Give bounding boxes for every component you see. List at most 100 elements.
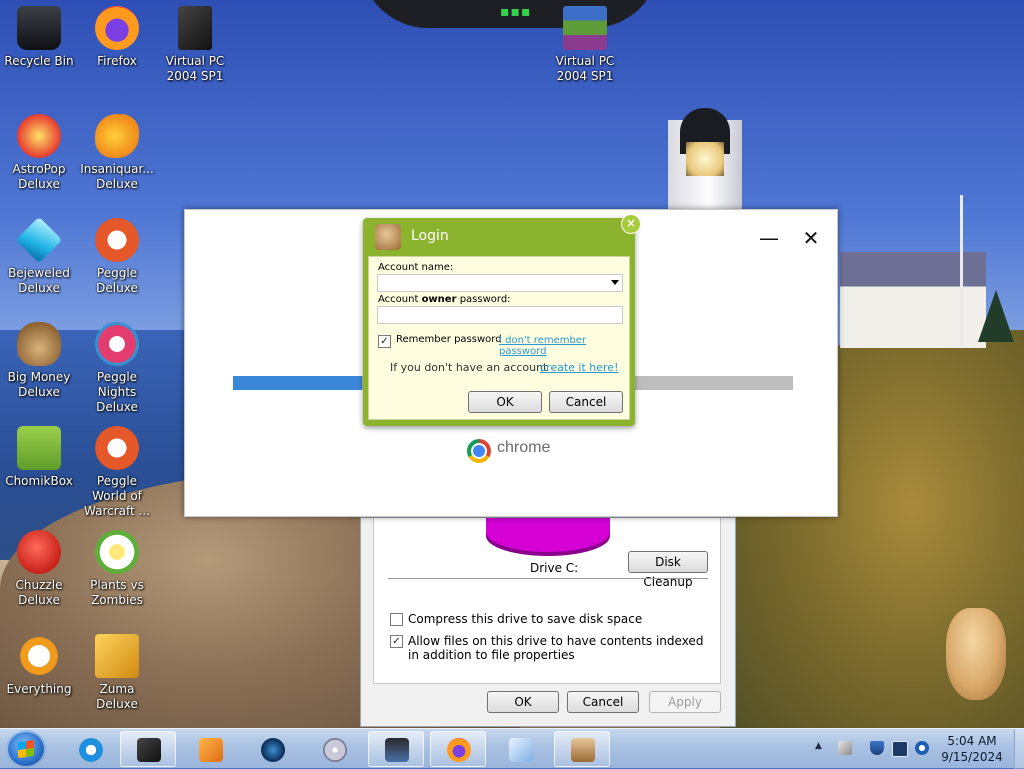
recycle-bin-icon [17, 6, 61, 50]
password-input[interactable] [377, 306, 623, 324]
login-close-button[interactable]: × [621, 214, 641, 234]
taskbar-media-player[interactable] [182, 731, 238, 767]
taskbar-chomikbox[interactable] [554, 731, 610, 767]
virtual-pc-icon [137, 738, 161, 762]
winrar-books-icon [563, 6, 607, 50]
index-label: Allow files on this drive to have conten… [408, 634, 704, 662]
flower-icon [95, 530, 139, 574]
desktop-icon-peggle[interactable]: Peggle Deluxe [78, 218, 156, 296]
peggle-icon [95, 218, 139, 262]
create-account-link[interactable]: create it here! [540, 361, 618, 374]
tray-shield-icon[interactable] [870, 741, 884, 755]
remember-password-checkbox[interactable]: ✓ [378, 335, 391, 348]
login-form: Account name: Account owner password: ✓ … [368, 256, 630, 420]
taskbar-virtual-pc[interactable] [120, 731, 176, 767]
taskbar-dvd-app[interactable] [306, 731, 362, 767]
show-desktop-button[interactable] [1014, 729, 1024, 769]
chomikbox-icon [571, 738, 595, 762]
firefox-icon [95, 6, 139, 50]
index-option[interactable]: ✓ Allow files on this drive to have cont… [390, 634, 710, 662]
gadget-dots-icon: ▪▪▪ [500, 4, 532, 20]
taskbar-display-app[interactable] [368, 731, 424, 767]
desktop-icon-bejeweled[interactable]: Bejeweled Deluxe [0, 216, 78, 296]
ok-button[interactable]: OK [487, 691, 559, 713]
chomikbox-icon [17, 426, 61, 470]
desktop-icon-recycle-bin[interactable]: Recycle Bin [0, 6, 78, 69]
desktop-icon-chuzzle[interactable]: Chuzzle Deluxe [0, 530, 78, 608]
compress-option[interactable]: Compress this drive to save disk space [390, 612, 710, 626]
apply-button[interactable]: Apply [649, 691, 721, 713]
desktop-icon-label: Insaniquar... Deluxe [80, 162, 154, 191]
taskbar-clock[interactable]: 5:04 AM 9/15/2024 [936, 733, 1008, 765]
properties-general-panel: Drive C: Disk Cleanup Compress this driv… [373, 518, 721, 684]
password-label: Account owner password: [378, 294, 511, 305]
start-button[interactable] [6, 730, 46, 768]
chevron-down-icon[interactable] [611, 280, 619, 285]
desktop-icon-zuma[interactable]: Zuma Deluxe [78, 634, 156, 712]
desktop-icon-label: Virtual PC 2004 SP1 [555, 54, 615, 83]
desktop-icon-big-money[interactable]: Big Money Deluxe [0, 322, 78, 400]
login-ok-button[interactable]: OK [468, 391, 542, 413]
taskbar: ▲ 5:04 AM 9/15/2024 [0, 728, 1024, 769]
login-dialog: Login × Account name: Account owner pass… [363, 214, 641, 426]
remember-password-option[interactable]: ✓ Remember password [378, 334, 502, 348]
desktop-icon-astropop[interactable]: AstroPop Deluxe [0, 114, 78, 192]
tray-device-icon[interactable] [838, 741, 852, 755]
desktop-icon-peggle-wow[interactable]: Peggle World of Warcraft ... [78, 426, 156, 519]
tray-monitor-icon[interactable] [892, 741, 908, 757]
monitor-icon [385, 738, 409, 762]
chrome-brand-text: chrome [497, 439, 551, 456]
login-title: Login [411, 228, 449, 244]
firefox-icon [447, 738, 471, 762]
drive-label: Drive C: [530, 561, 579, 575]
chrome-logo-icon [467, 439, 491, 463]
magnifier-icon [17, 634, 61, 678]
desktop-icon-label: Firefox [97, 54, 137, 68]
desktop-icon-insaniquarium[interactable]: Insaniquar... Deluxe [78, 114, 156, 192]
desktop-icon-firefox[interactable]: Firefox [78, 6, 156, 69]
chomikbox-icon [375, 224, 401, 250]
money-bag-icon [17, 322, 61, 366]
compress-label: Compress this drive to save disk space [408, 612, 643, 626]
desktop-icon-label: AstroPop Deluxe [12, 162, 66, 191]
astropop-icon [17, 114, 61, 158]
clock-time: 5:04 AM [947, 734, 997, 748]
chomik-mascot-icon [946, 608, 1006, 700]
close-button[interactable]: ✕ [801, 228, 821, 248]
password-label-suffix: password: [456, 294, 511, 305]
globe-icon [261, 738, 285, 762]
compress-checkbox[interactable] [390, 613, 403, 626]
index-checkbox[interactable]: ✓ [390, 635, 403, 648]
desktop-icon-label: Zuma Deluxe [96, 682, 138, 711]
desktop-icon-peggle-nights[interactable]: Peggle Nights Deluxe [78, 322, 156, 415]
remember-password-label: Remember password [396, 334, 502, 345]
taskbar-internet-explorer[interactable] [62, 731, 118, 767]
account-name-label: Account name: [378, 262, 454, 273]
internet-explorer-icon [79, 738, 103, 762]
disc-icon [323, 738, 347, 762]
password-label-bold: owner [421, 294, 457, 305]
drive-properties-window: Drive C: Disk Cleanup Compress this driv… [360, 517, 736, 727]
wallpaper-flagpole [960, 195, 963, 345]
virtual-pc-icon [178, 6, 212, 50]
account-name-combobox[interactable] [377, 274, 623, 292]
taskbar-firefox[interactable] [430, 731, 486, 767]
clock-date: 9/15/2024 [941, 750, 1003, 764]
tray-overflow-chevron-icon[interactable]: ▲ [815, 741, 822, 751]
disk-cleanup-button[interactable]: Disk Cleanup [628, 551, 708, 589]
login-cancel-button[interactable]: Cancel [549, 391, 623, 413]
cancel-button[interactable]: Cancel [567, 691, 639, 713]
diamond-icon [15, 216, 63, 264]
desktop-icon-virtual-pc-2[interactable]: Virtual PC 2004 SP1 [546, 6, 624, 84]
taskbar-globe-app[interactable] [244, 731, 300, 767]
divider [388, 578, 708, 579]
tray-network-icon[interactable] [915, 741, 929, 755]
forgot-password-link[interactable]: I don't remember password [499, 335, 629, 357]
minimize-button[interactable]: — [759, 228, 779, 248]
desktop-icon-chomikbox[interactable]: ChomikBox [0, 426, 78, 489]
desktop-icon-label: Plants vs Zombies [90, 578, 144, 607]
taskbar-installer[interactable] [492, 731, 548, 767]
desktop-icon-virtual-pc[interactable]: Virtual PC 2004 SP1 [156, 6, 234, 84]
desktop-icon-everything[interactable]: Everything [0, 634, 78, 697]
desktop-icon-plants-vs-zombies[interactable]: Plants vs Zombies [78, 530, 156, 608]
